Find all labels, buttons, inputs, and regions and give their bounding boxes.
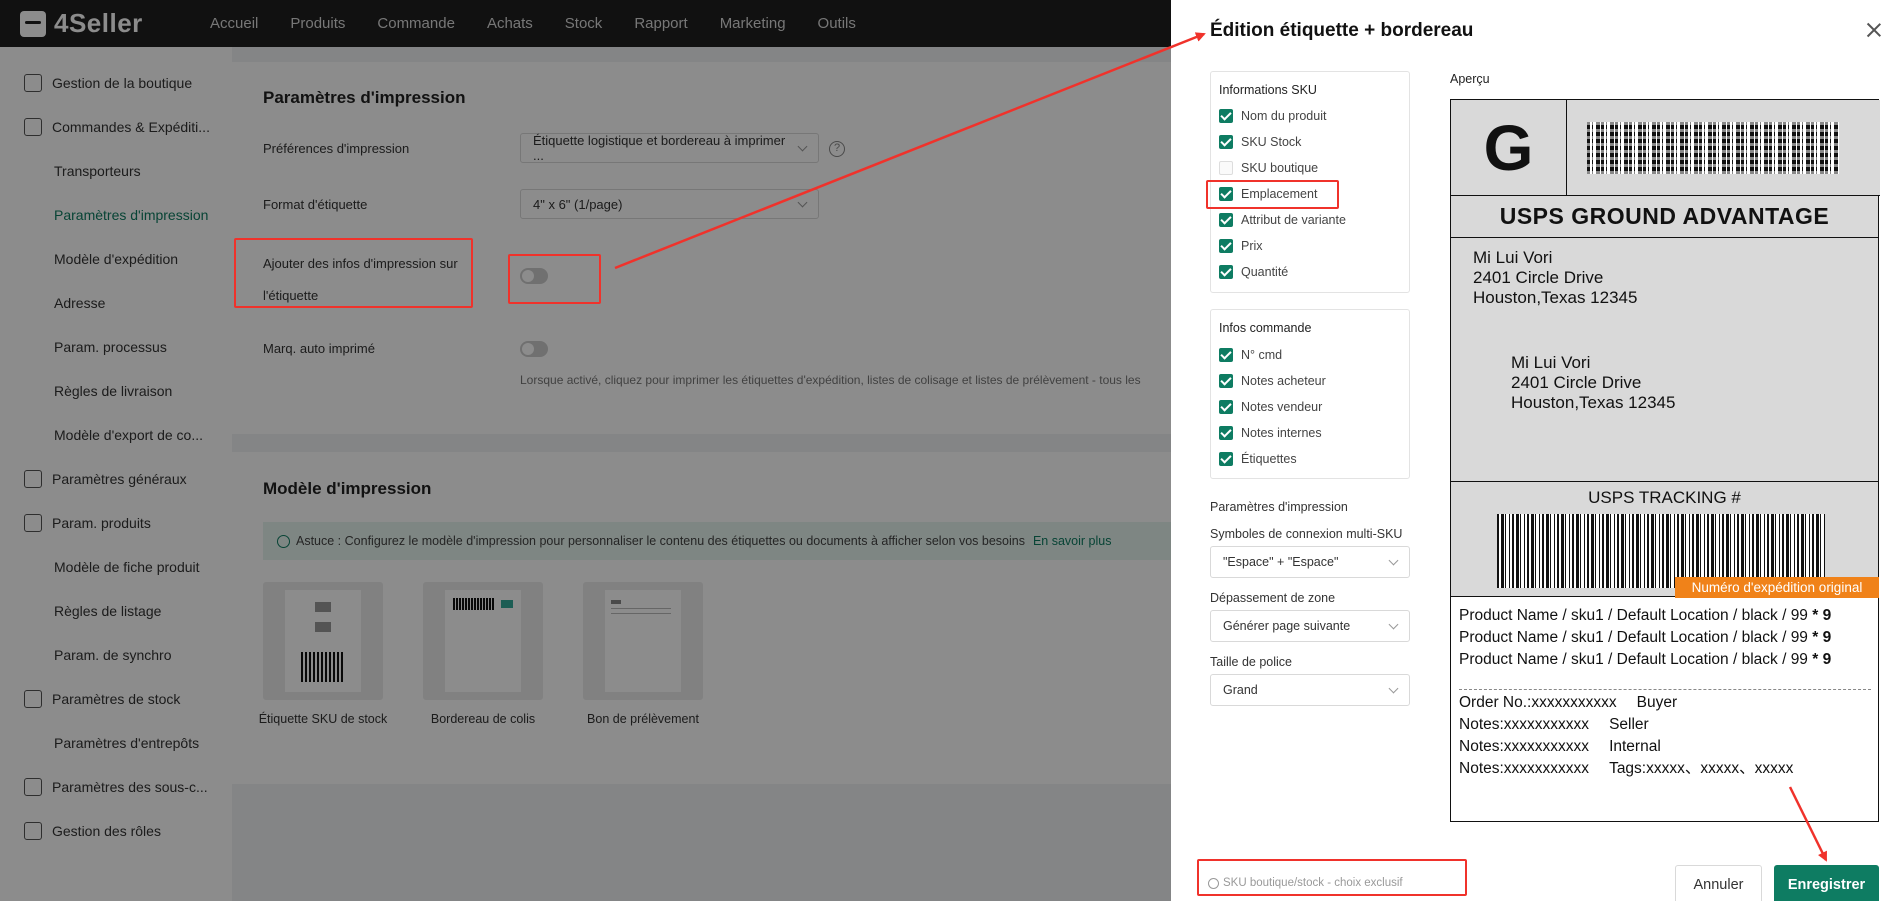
checkbox-label: SKU boutique — [1241, 161, 1319, 175]
order-line-left: Notes:xxxxxxxxxxx — [1459, 716, 1590, 733]
from-city: Houston,Texas 12345 — [1473, 288, 1638, 307]
font-size-label: Taille de police — [1210, 655, 1292, 669]
checkbox-n-cmd[interactable]: N° cmd — [1219, 348, 1282, 362]
zone-overflow-select[interactable]: Générer page suivante — [1210, 610, 1410, 642]
info-icon — [1208, 877, 1219, 889]
order-line-right: Seller — [1609, 716, 1649, 733]
checkbox-label: Emplacement — [1241, 187, 1318, 201]
checkbox-checked-icon[interactable] — [1219, 109, 1233, 123]
checkbox-checked-icon[interactable] — [1219, 348, 1233, 362]
checkbox-label: Notes internes — [1241, 426, 1322, 440]
order-line-right: Buyer — [1636, 694, 1678, 711]
exclusive-choice-text: SKU boutique/stock - choix exclusif — [1223, 877, 1403, 889]
label-order-lines: Order No.:xxxxxxxxxxx Buyer Notes:xxxxxxxx… — [1459, 692, 1871, 780]
label-address-area: Mi Lui Vori 2401 Circle Drive Houston,Te… — [1451, 238, 1878, 482]
checkbox-checked-icon[interactable] — [1219, 426, 1233, 440]
from-name: Mi Lui Vori — [1473, 248, 1553, 267]
checkbox-label: N° cmd — [1241, 348, 1283, 362]
product-qty: 9 — [1822, 629, 1832, 646]
sku-info-title: Informations SKU — [1219, 83, 1317, 97]
to-city: Houston,Texas 12345 — [1511, 393, 1676, 412]
order-line: Notes:xxxxxxxxxxx Seller — [1459, 714, 1871, 736]
zone-overflow-label: Dépassement de zone — [1210, 591, 1336, 605]
checkbox-etiquettes[interactable]: Étiquettes — [1219, 452, 1297, 466]
checkbox-notes-vendeur[interactable]: Notes vendeur — [1219, 400, 1322, 414]
checkbox-notes-acheteur[interactable]: Notes acheteur — [1219, 374, 1326, 388]
font-size-select[interactable]: Grand — [1210, 674, 1410, 706]
checkbox-label: SKU Stock — [1241, 135, 1302, 149]
barcode-graphic — [1587, 122, 1839, 174]
label-service-name: USPS GROUND ADVANTAGE — [1451, 196, 1878, 238]
chevron-down-icon — [1388, 555, 1399, 565]
chevron-down-icon — [1388, 683, 1399, 693]
checkbox-nom-du-produit[interactable]: Nom du produit — [1219, 109, 1326, 123]
multi-sku-symbol-label: Symboles de connexion multi-SKU — [1210, 527, 1403, 541]
checkbox-unchecked-icon[interactable] — [1219, 161, 1233, 175]
original-tracking-badge: Numéro d'expédition original — [1675, 577, 1879, 598]
checkbox-attribut-de-variante[interactable]: Attribut de variante — [1219, 213, 1346, 227]
multi-sku-symbol-select[interactable]: "Espace" + "Espace" — [1210, 546, 1410, 578]
checkbox-label: Notes acheteur — [1241, 374, 1326, 388]
label-service-letter: G — [1451, 100, 1567, 196]
checkbox-emplacement[interactable]: Emplacement — [1219, 187, 1317, 201]
checkbox-checked-icon[interactable] — [1219, 374, 1233, 388]
checkbox-quantite[interactable]: Quantité — [1219, 265, 1288, 279]
zone-overflow-value: Générer page suivante — [1223, 619, 1351, 633]
checkbox-checked-icon[interactable] — [1219, 187, 1233, 201]
shipping-label-preview: G USPS GROUND ADVANTAGE Mi Lui Vori 2401… — [1450, 99, 1880, 822]
order-line: Notes:xxxxxxxxxxx Internal — [1459, 736, 1871, 758]
checkbox-label: Étiquettes — [1241, 452, 1297, 466]
checkbox-checked-icon[interactable] — [1219, 265, 1233, 279]
product-segment: Product Name / sku1 / Default Location /… — [1459, 629, 1808, 646]
cancel-button[interactable]: Annuler — [1675, 865, 1762, 901]
sku-info-box — [1210, 71, 1410, 293]
checkbox-label: Notes vendeur — [1241, 400, 1323, 414]
to-street: 2401 Circle Drive — [1511, 373, 1642, 392]
checkbox-label: Attribut de variante — [1241, 213, 1346, 227]
checkbox-checked-icon[interactable] — [1219, 400, 1233, 414]
multi-sku-symbol-value: "Espace" + "Espace" — [1223, 555, 1339, 569]
checkbox-label: Prix — [1241, 239, 1263, 253]
order-line: Order No.:xxxxxxxxxxx Buyer — [1459, 692, 1871, 714]
order-line-left: Order No.:xxxxxxxxxxx — [1459, 694, 1617, 711]
from-street: 2401 Circle Drive — [1473, 268, 1604, 287]
order-info-title: Infos commande — [1219, 321, 1312, 335]
checkbox-checked-icon[interactable] — [1219, 213, 1233, 227]
label-product-lines: Product Name / sku1 / Default Location /… — [1459, 607, 1832, 668]
chevron-down-icon — [1388, 619, 1399, 629]
order-line: Notes:xxxxxxxxxxx Tags:xxxxx、xxxxx、xxxxx — [1459, 758, 1871, 780]
checkbox-label: Nom du produit — [1241, 109, 1327, 123]
order-line-right: Internal — [1609, 738, 1661, 755]
product-qty: 9 — [1822, 607, 1832, 624]
save-button[interactable]: Enregistrer — [1774, 865, 1879, 901]
to-name: Mi Lui Vori — [1511, 353, 1591, 372]
font-size-value: Grand — [1223, 683, 1258, 697]
checkbox-sku-boutique[interactable]: SKU boutique — [1219, 161, 1318, 175]
drawer-print-settings-title: Paramètres d'impression — [1210, 500, 1348, 514]
preview-title: Aperçu — [1450, 72, 1490, 86]
product-qty: 9 — [1822, 651, 1832, 668]
checkbox-checked-icon[interactable] — [1219, 135, 1233, 149]
product-segment: Product Name / sku1 / Default Location /… — [1459, 607, 1808, 624]
tracking-title: USPS TRACKING # — [1588, 488, 1741, 507]
divider — [1459, 689, 1871, 690]
close-icon[interactable] — [1864, 20, 1884, 40]
checkbox-checked-icon[interactable] — [1219, 239, 1233, 253]
checkbox-sku-stock[interactable]: SKU Stock — [1219, 135, 1301, 149]
checkbox-checked-icon[interactable] — [1219, 452, 1233, 466]
checkbox-label: Quantité — [1241, 265, 1289, 279]
modal-overlay[interactable] — [0, 0, 1171, 901]
order-line-right: Tags:xxxxx、xxxxx、xxxxx — [1609, 760, 1794, 777]
drawer-title: Édition étiquette + bordereau — [1210, 20, 1474, 41]
order-line-left: Notes:xxxxxxxxxxx — [1459, 738, 1590, 755]
label-2d-barcode — [1567, 100, 1880, 196]
product-segment: Product Name / sku1 / Default Location /… — [1459, 651, 1808, 668]
order-line-left: Notes:xxxxxxxxxxx — [1459, 760, 1590, 777]
checkbox-notes-internes[interactable]: Notes internes — [1219, 426, 1322, 440]
exclusive-choice-note: SKU boutique/stock - choix exclusif — [1208, 877, 1403, 889]
checkbox-prix[interactable]: Prix — [1219, 239, 1263, 253]
